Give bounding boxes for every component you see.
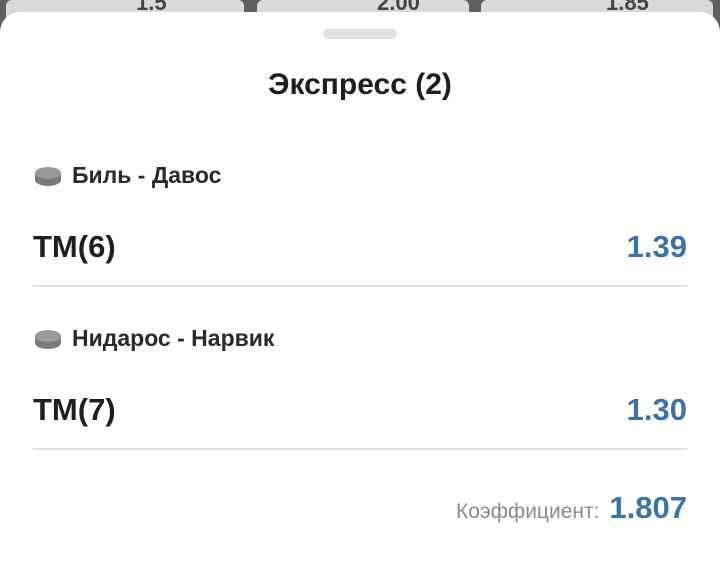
bet-type: ТМ(6) bbox=[33, 229, 116, 264]
coefficient-label: Коэффициент: bbox=[456, 500, 600, 523]
drag-handle[interactable] bbox=[323, 29, 397, 39]
event-name: Нидарос - Нарвик bbox=[72, 325, 275, 351]
sheet-title: Экспресс (2) bbox=[268, 68, 452, 101]
divider bbox=[33, 285, 687, 287]
total-coefficient: Коэффициент: 1.807 bbox=[456, 490, 687, 526]
bet-odd: 1.39 bbox=[626, 229, 687, 264]
bet-type: ТМ(7) bbox=[33, 392, 116, 427]
event-name: Биль - Давос bbox=[72, 162, 222, 188]
event-header: Нидарос - Нарвик bbox=[34, 325, 274, 352]
bet-odd: 1.30 bbox=[626, 392, 687, 427]
hockey-puck-icon bbox=[35, 166, 61, 186]
divider bbox=[33, 448, 687, 450]
bet-slip-sheet: Экспресс (2) Биль - Давос ТМ(6) 1.39 Нид… bbox=[0, 12, 720, 563]
event-header: Биль - Давос bbox=[34, 162, 221, 189]
coefficient-value: 1.807 bbox=[609, 490, 687, 525]
hockey-puck-icon bbox=[35, 329, 61, 349]
